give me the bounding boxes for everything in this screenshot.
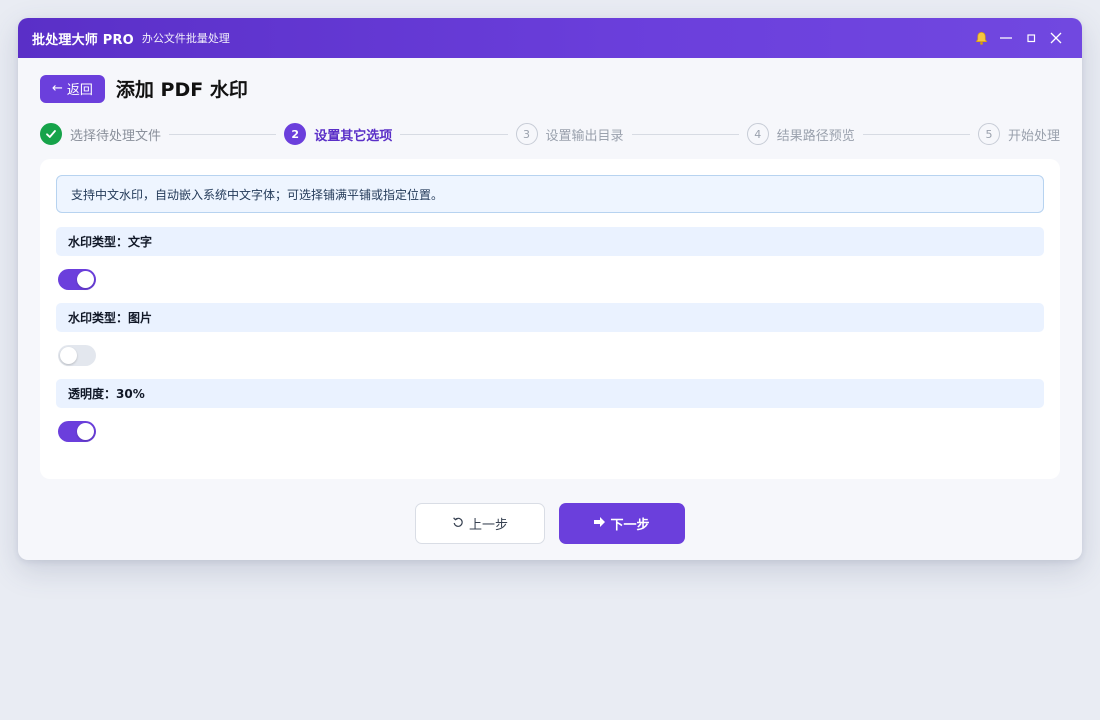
step-start-processing[interactable]: 5 开始处理 [978, 123, 1060, 145]
step-select-files[interactable]: 选择待处理文件 [40, 123, 161, 145]
play-icon [594, 516, 606, 531]
info-banner: 支持中文水印，自动嵌入系统中文字体；可选择铺满平铺或指定位置。 [56, 175, 1044, 213]
wizard-stepper: 选择待处理文件 2 设置其它选项 3 设置输出目录 4 结果路径预览 5 开始处… [40, 122, 1060, 146]
watermark-image-toggle[interactable] [58, 345, 96, 366]
bell-icon[interactable] [969, 26, 993, 50]
main-content: ← 返回 添加 PDF 水印 选择待处理文件 2 设置其它选项 3 设置输出目录 [18, 58, 1082, 544]
option-label: 水印类型：图片 [56, 303, 1044, 332]
toggle-knob [77, 423, 94, 440]
check-icon [40, 123, 62, 145]
app-title: 批处理大师 PRO [32, 32, 134, 48]
option-watermark-image: 水印类型：图片 [56, 303, 1044, 366]
step-connector [169, 133, 277, 135]
step-number: 5 [978, 123, 1000, 145]
wizard-footer: 上一步 下一步 [40, 503, 1060, 544]
option-opacity: 透明度：30% [56, 379, 1044, 442]
step-connector [631, 133, 739, 135]
step-label: 设置输出目录 [545, 128, 624, 144]
option-watermark-text: 水印类型：文字 [56, 227, 1044, 290]
back-button[interactable]: ← 返回 [40, 74, 105, 103]
option-label: 水印类型：文字 [56, 227, 1044, 256]
step-number: 3 [515, 123, 538, 145]
prev-step-label: 上一步 [468, 518, 508, 533]
page-title: 添加 PDF 水印 [115, 79, 248, 101]
maximize-icon[interactable] [1019, 26, 1043, 50]
title-bar: 批处理大师 PRO 办公文件批量处理 [18, 18, 1082, 58]
step-number: 2 [284, 123, 307, 145]
next-step-button[interactable]: 下一步 [559, 503, 685, 544]
opacity-toggle[interactable] [58, 421, 96, 442]
back-button-label: 返回 [66, 83, 93, 98]
step-label: 结果路径预览 [776, 128, 855, 144]
step-other-options[interactable]: 2 设置其它选项 [284, 123, 392, 145]
step-output-dir[interactable]: 3 设置输出目录 [515, 123, 624, 145]
watermark-text-toggle[interactable] [58, 269, 96, 290]
app-subtitle: 办公文件批量处理 [141, 32, 230, 45]
minimize-icon[interactable] [994, 26, 1018, 50]
step-path-preview[interactable]: 4 结果路径预览 [746, 123, 855, 145]
app-window: 批处理大师 PRO 办公文件批量处理 ← 返回 添加 PDF 水印 选择待处理文… [18, 18, 1082, 560]
options-panel: 支持中文水印，自动嵌入系统中文字体；可选择铺满平铺或指定位置。 水印类型：文字 … [40, 159, 1060, 479]
toggle-knob [60, 347, 77, 364]
step-number: 4 [746, 123, 769, 145]
undo-icon [452, 516, 464, 532]
step-label: 设置其它选项 [314, 128, 393, 144]
close-icon[interactable] [1044, 26, 1068, 50]
step-label: 选择待处理文件 [70, 128, 162, 144]
page-header: ← 返回 添加 PDF 水印 [40, 74, 1060, 103]
step-label: 开始处理 [1008, 128, 1061, 144]
next-step-label: 下一步 [610, 518, 650, 533]
option-label: 透明度：30% [56, 379, 1044, 408]
step-connector [400, 133, 508, 135]
toggle-knob [77, 271, 94, 288]
step-connector [862, 133, 970, 135]
prev-step-button[interactable]: 上一步 [415, 503, 545, 544]
arrow-left-icon: ← [52, 81, 63, 96]
